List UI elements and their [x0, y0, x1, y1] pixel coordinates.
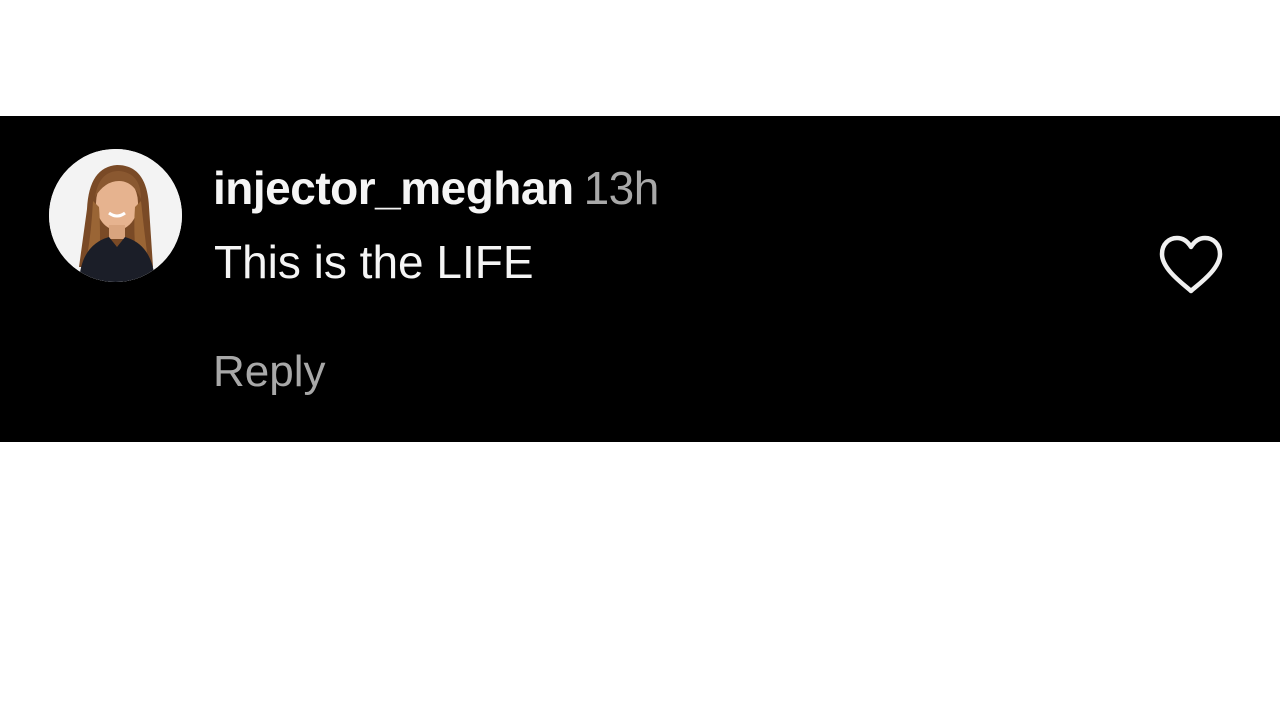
avatar[interactable]: [49, 149, 182, 282]
timestamp: 13h: [583, 162, 660, 214]
profile-photo-icon: [49, 149, 182, 282]
reply-button[interactable]: Reply: [213, 344, 326, 400]
heart-outline-icon: [1159, 235, 1223, 294]
comment-panel: injector_meghan 13h This is the LIFE Repl…: [0, 116, 1280, 442]
comment-text: This is the LIFE: [214, 236, 534, 288]
comment-header: injector_meghan 13h: [213, 160, 659, 216]
like-button[interactable]: [1156, 234, 1226, 296]
username-link[interactable]: injector_meghan: [213, 162, 574, 214]
